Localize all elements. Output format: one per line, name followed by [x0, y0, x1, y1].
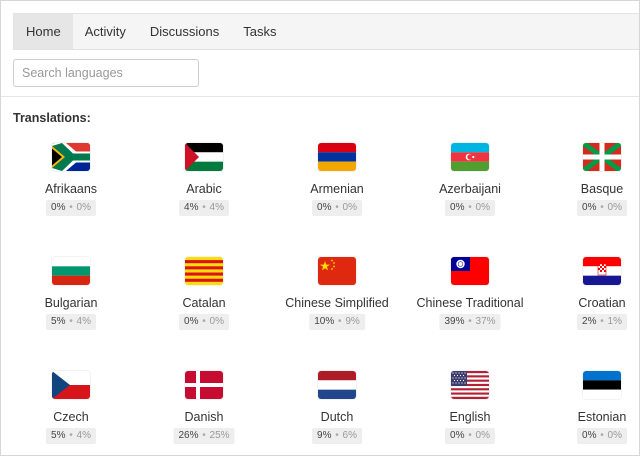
china-flag-icon: [318, 257, 356, 285]
arab-flag-icon: [185, 143, 223, 171]
language-item-estonian[interactable]: Estonian 0% • 0%: [537, 371, 639, 455]
tab-activity[interactable]: Activity: [73, 14, 138, 49]
language-name: Dutch: [320, 410, 354, 424]
progress-badge: 5% • 4%: [46, 428, 96, 444]
progress-badge: 9% • 6%: [312, 428, 362, 444]
language-item-arabic[interactable]: Arabic 4% • 4%: [139, 143, 269, 233]
progress-badge: 39% • 37%: [439, 314, 501, 330]
language-name: Chinese Traditional: [416, 296, 524, 310]
progress-badge: 4% • 4%: [179, 200, 229, 216]
language-item-catalan[interactable]: Catalan 0% • 0%: [139, 257, 269, 347]
divider: [1, 96, 639, 97]
language-item-basque[interactable]: Basque 0% • 0%: [537, 143, 639, 233]
south-africa-flag-icon: [52, 143, 90, 171]
language-name: Armenian: [310, 182, 364, 196]
search-input[interactable]: [13, 59, 199, 87]
language-item-armenian[interactable]: Armenian 0% • 0%: [272, 143, 402, 233]
progress-badge: 0% • 0%: [577, 428, 627, 444]
netherlands-flag-icon: [318, 371, 356, 399]
azerbaijan-flag-icon: [451, 143, 489, 171]
progress-badge: 0% • 0%: [46, 200, 96, 216]
progress-badge: 0% • 0%: [577, 200, 627, 216]
basque-flag-icon: [583, 143, 621, 171]
language-item-afrikaans[interactable]: Afrikaans 0% • 0%: [6, 143, 136, 233]
language-item-czech[interactable]: Czech 5% • 4%: [6, 371, 136, 455]
language-name: Estonian: [577, 410, 627, 424]
progress-badge: 26% • 25%: [173, 428, 235, 444]
language-item-chinese-simplified[interactable]: Chinese Simplified 10% • 9%: [272, 257, 402, 347]
language-name: Chinese Simplified: [285, 296, 389, 310]
bulgaria-flag-icon: [52, 257, 90, 285]
tab-tasks[interactable]: Tasks: [231, 14, 288, 49]
czech-flag-icon: [52, 371, 90, 399]
usa-flag-icon: [451, 371, 489, 399]
language-name: Croatian: [578, 296, 626, 310]
progress-badge: 0% • 0%: [445, 428, 495, 444]
progress-badge: 5% • 4%: [46, 314, 96, 330]
catalonia-flag-icon: [185, 257, 223, 285]
armenia-flag-icon: [318, 143, 356, 171]
tab-home[interactable]: Home: [14, 14, 73, 49]
language-item-bulgarian[interactable]: Bulgarian 5% • 4%: [6, 257, 136, 347]
section-title: Translations:: [13, 111, 91, 125]
language-item-azerbaijani[interactable]: Azerbaijani 0% • 0%: [405, 143, 535, 233]
language-name: English: [449, 410, 491, 424]
denmark-flag-icon: [185, 371, 223, 399]
progress-badge: 0% • 0%: [179, 314, 229, 330]
language-item-chinese-traditional[interactable]: Chinese Traditional 39% • 37%: [405, 257, 535, 347]
language-item-danish[interactable]: Danish 26% • 25%: [139, 371, 269, 455]
language-item-dutch[interactable]: Dutch 9% • 6%: [272, 371, 402, 455]
language-name: Danish: [184, 410, 224, 424]
language-name: Azerbaijani: [439, 182, 501, 196]
progress-badge: 0% • 0%: [445, 200, 495, 216]
language-item-croatian[interactable]: Croatian 2% • 1%: [537, 257, 639, 347]
language-item-english[interactable]: English 0% • 0%: [405, 371, 535, 455]
language-name: Arabic: [186, 182, 222, 196]
language-name: Bulgarian: [44, 296, 98, 310]
language-name: Czech: [53, 410, 89, 424]
language-name: Basque: [580, 182, 624, 196]
progress-badge: 10% • 9%: [309, 314, 365, 330]
app-frame: Home Activity Discussions Tasks Translat…: [0, 0, 640, 456]
progress-badge: 2% • 1%: [577, 314, 627, 330]
taiwan-flag-icon: [451, 257, 489, 285]
estonia-flag-icon: [583, 371, 621, 399]
tab-bar: Home Activity Discussions Tasks: [13, 13, 639, 50]
language-name: Afrikaans: [44, 182, 98, 196]
language-name: Catalan: [182, 296, 226, 310]
croatia-flag-icon: [583, 257, 621, 285]
tab-discussions[interactable]: Discussions: [138, 14, 231, 49]
progress-badge: 0% • 0%: [312, 200, 362, 216]
